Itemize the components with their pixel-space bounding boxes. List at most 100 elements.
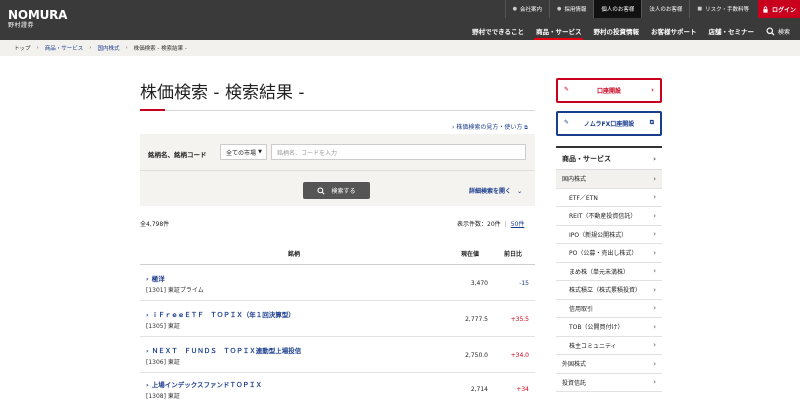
chevron-right-icon: › xyxy=(146,275,149,283)
nav-products[interactable]: 商品・サービス xyxy=(530,22,588,40)
howto-label: 株価検索の見方・使い方 xyxy=(456,124,523,131)
header-search-button[interactable]: 検索 xyxy=(760,26,800,36)
main-nav: 野村でできること 商品・サービス 野村の投資情報 お客様サポート 店舗・セミナー… xyxy=(466,22,800,40)
bullet-icon: ● xyxy=(556,6,562,12)
chevron-right-icon: › xyxy=(653,211,656,220)
stock-name-link[interactable]: › ｉＦｒｅｅＥＴＦ ＴＯＰＩＸ（年１回決算型） xyxy=(146,309,295,319)
sidebar-item-investment-trusts[interactable]: 投資信託 › xyxy=(556,374,662,392)
per-page-control: 表示件数：20件 | 50件 xyxy=(457,219,524,228)
open-fx-account-button[interactable]: ✎ ノムラFX口座開設 ⧉ xyxy=(556,111,662,136)
sidebar-item-mamekabu[interactable]: まめ株（単元未満株） › xyxy=(556,263,662,281)
chevron-right-icon: › xyxy=(651,86,654,94)
stock-name-link[interactable]: › ＮＥＸＴ ＦＵＮＤＳ ＴＯＰＩＸ連動型上場投信 xyxy=(146,345,301,355)
chevron-right-icon: › xyxy=(146,347,149,355)
chevron-right-icon: › xyxy=(36,45,39,51)
nav-what-we-do[interactable]: 野村でできること xyxy=(466,22,530,40)
sidebar-item-margin[interactable]: 信用取引 › xyxy=(556,300,662,318)
chevron-down-icon: ⌄ xyxy=(517,188,523,195)
stock-name-link[interactable]: › 上場インデックスファンドＴＯＰＩＸ xyxy=(146,379,262,389)
howto-link[interactable]: › 株価検索の見方・使い方 ⧉ xyxy=(452,122,528,131)
topnav-label: 法人のお客様 xyxy=(649,7,683,13)
nav-support[interactable]: お客様サポート xyxy=(645,22,703,40)
topnav-company[interactable]: ● 会社案内 xyxy=(504,0,549,18)
col-header-name: 銘柄 xyxy=(288,251,301,258)
global-header: NOMURA 野村證券 ● 会社案内 ● 採用情報 個人のお客様 法人のお客様 ■ リ… xyxy=(0,0,800,40)
search-submit-button[interactable]: 検索する xyxy=(303,182,370,199)
sidebar-item-reit[interactable]: REIT（不動産投資信託） › xyxy=(556,207,662,226)
stock-price: 2,750.0 xyxy=(465,352,488,359)
stock-change: -15 xyxy=(519,280,529,287)
advanced-search-toggle[interactable]: 詳細検索を開く ⌄ xyxy=(469,186,522,195)
col-header-change: 前日比 xyxy=(504,251,523,258)
caret-down-icon: ▼ xyxy=(258,149,262,155)
open-account-button[interactable]: ✎ 口座開設 › xyxy=(556,78,662,103)
stock-change: +34 xyxy=(516,386,529,393)
sidebar-item-community[interactable]: 株主コミュニティ › xyxy=(556,337,662,355)
stock-name: 上場インデックスファンドＴＯＰＩＸ xyxy=(151,381,262,389)
sidebar-item-label: 信用取引 xyxy=(569,305,594,313)
bullet-icon: ● xyxy=(512,6,517,12)
topnav-recruit[interactable]: ● 採用情報 xyxy=(548,0,593,18)
chevron-right-icon: › xyxy=(653,230,656,239)
login-label: ログイン xyxy=(771,6,796,14)
stock-price: 2,714 xyxy=(470,386,488,393)
per-page-20: 20件 xyxy=(487,221,501,228)
breadcrumb-home[interactable]: トップ xyxy=(14,44,31,52)
advanced-search-label: 詳細検索を開く xyxy=(469,188,512,195)
stock-name: ｉＦｒｅｅＥＴＦ ＴＯＰＩＸ（年１回決算型） xyxy=(151,311,295,319)
stock-search-input[interactable]: 銘柄名、コードを入力 xyxy=(271,144,526,160)
topnav-label: 採用情報 xyxy=(564,7,587,13)
external-window-icon: ⧉ xyxy=(649,119,654,126)
chevron-right-icon: › xyxy=(653,341,656,350)
sidebar-item-label: 国内株式 xyxy=(562,176,587,184)
topnav-individual[interactable]: 個人のお客様 xyxy=(593,0,642,18)
sidebar-item-label: まめ株（単元未満株） xyxy=(569,268,630,276)
chevron-right-icon: › xyxy=(653,359,656,368)
topnav-corporate[interactable]: 法人のお客様 xyxy=(641,0,689,18)
sidebar-item-foreign-stocks[interactable]: 外国株式 › xyxy=(556,355,662,374)
search-label: 銘柄名、銘柄コード xyxy=(148,151,207,159)
title-divider xyxy=(140,110,535,111)
sidebar-item-po[interactable]: PO（公募・売出し株式） › xyxy=(556,244,662,263)
breadcrumb-products[interactable]: 商品・サービス xyxy=(45,44,84,52)
sidebar-item-label: REIT（不動産投資信託） xyxy=(569,213,637,221)
topnav-label: 個人のお客様 xyxy=(601,7,635,13)
chevron-right-icon: › xyxy=(125,45,128,51)
chevron-right-icon: › xyxy=(653,267,656,276)
breadcrumb: トップ › 商品・サービス › 国内株式 › 株価検索 - 検索結果 - xyxy=(0,40,800,56)
topnav-label: リスク・手数料等 xyxy=(705,7,749,13)
sidebar-item-ipo[interactable]: IPO（新規公開株式） › xyxy=(556,226,662,244)
nav-branches[interactable]: 店舗・セミナー xyxy=(702,22,760,40)
stock-name-link[interactable]: › 極洋 xyxy=(146,273,165,283)
chevron-right-icon: › xyxy=(653,304,656,313)
sidebar-heading[interactable]: 商品・サービス › xyxy=(556,146,662,170)
chevron-right-icon: › xyxy=(89,45,92,51)
per-page-50-link[interactable]: 50件 xyxy=(511,221,525,228)
sidebar-item-label: 株式積立（株式累積投資） xyxy=(569,287,642,295)
logo-text: NOMURA xyxy=(8,8,68,22)
open-account-label: 口座開設 xyxy=(596,88,621,95)
table-row: › ｉＦｒｅｅＥＴＦ ＴＯＰＩＸ（年１回決算型） [1305] 東証 2,777.… xyxy=(140,302,535,337)
lock-icon xyxy=(763,5,768,13)
sidebar-item-domestic-stocks[interactable]: 国内株式 › xyxy=(556,170,662,189)
login-button[interactable]: ログイン xyxy=(758,0,800,18)
breadcrumb-domestic-stocks[interactable]: 国内株式 xyxy=(97,44,119,52)
title-accent xyxy=(140,109,165,111)
market-select-value: 全ての市場 xyxy=(226,149,257,157)
chevron-right-icon: › xyxy=(653,285,656,294)
sidebar-item-tob[interactable]: TOB（公開買付け） › xyxy=(556,318,662,337)
page-title: 株価検索 - 検索結果 - xyxy=(140,83,305,103)
sidebar-item-stock-accumulation[interactable]: 株式積立（株式累積投資） › xyxy=(556,281,662,300)
market-select[interactable]: 全ての市場 ▼ xyxy=(220,144,267,160)
stock-code: [1306] 東証 xyxy=(146,359,180,366)
breadcrumb-current: 株価検索 - 検索結果 - xyxy=(133,46,187,52)
sidebar-item-etf[interactable]: ETF／ETN › xyxy=(556,189,662,207)
topnav-label: 会社案内 xyxy=(519,7,542,13)
results-table-header: 銘柄 現在値 前日比 xyxy=(140,240,535,265)
stock-name: 極洋 xyxy=(151,275,165,283)
table-row: › 極洋 [1301] 東証プライム 3,470 -15 xyxy=(140,266,535,301)
topnav-risk[interactable]: ■ リスク・手数料等 xyxy=(689,0,756,18)
nav-investment-info[interactable]: 野村の投資情報 xyxy=(587,22,645,40)
table-row: › ＮＥＸＴ ＦＵＮＤＳ ＴＯＰＩＸ連動型上場投信 [1306] 東証 2,750… xyxy=(140,338,535,373)
nomura-logo[interactable]: NOMURA 野村證券 xyxy=(8,9,67,30)
